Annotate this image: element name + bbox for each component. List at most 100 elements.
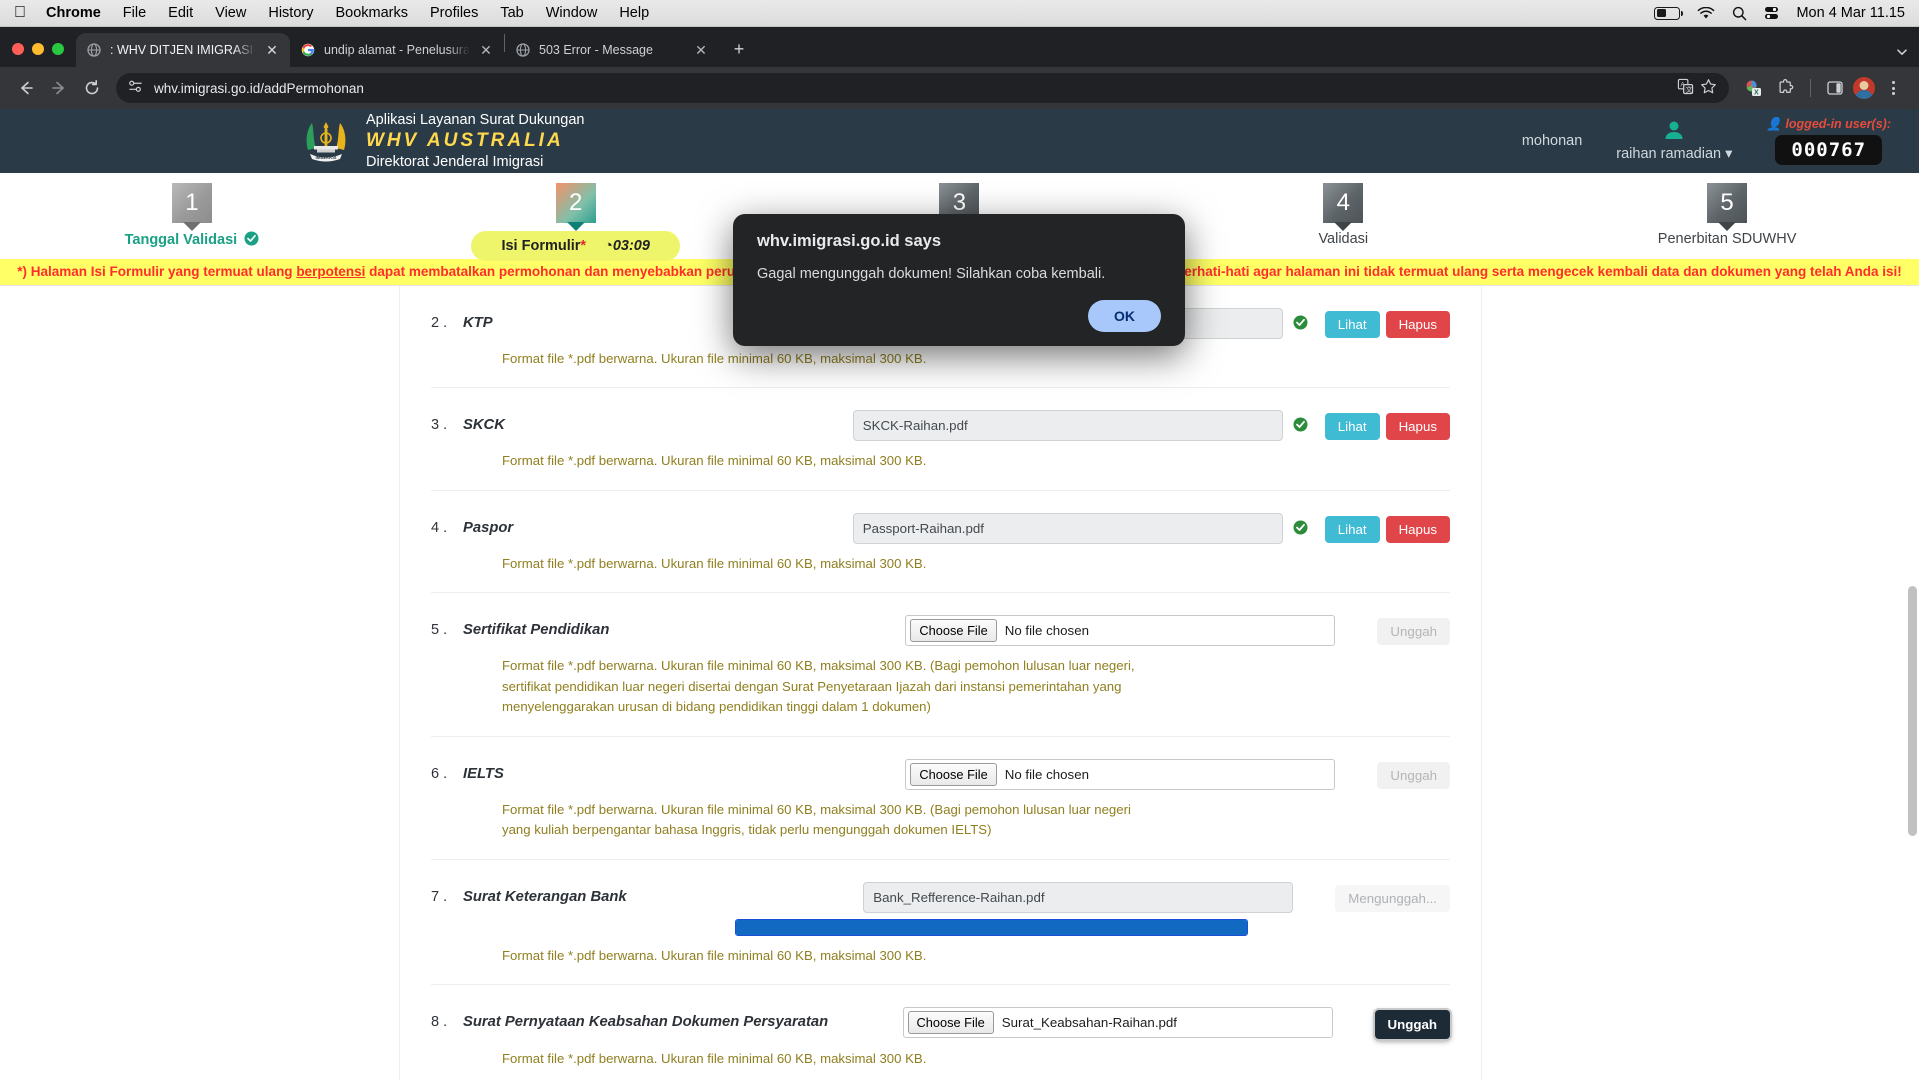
maximize-window-button[interactable]	[52, 43, 64, 55]
menubar-clock[interactable]: Mon 4 Mar 11.15	[1796, 5, 1905, 21]
step-label-1: Tanggal Validasi	[125, 231, 260, 249]
step-tanggal-validasi[interactable]: 1 Tanggal Validasi	[0, 183, 384, 249]
menubar-status-area: Mon 4 Mar 11.15	[1654, 5, 1905, 21]
control-center-icon[interactable]	[1764, 6, 1779, 20]
file-chooser[interactable]: Choose File Surat_Keabsahan-Raihan.pdf	[902, 1007, 1333, 1039]
choose-file-button[interactable]: Choose File	[907, 1011, 994, 1035]
lihat-button[interactable]: Lihat	[1324, 413, 1380, 441]
unggah-button[interactable]: Unggah	[1377, 618, 1450, 646]
lihat-button[interactable]: Lihat	[1324, 515, 1380, 543]
macos-menubar:  Chrome File Edit View History Bookmark…	[0, 0, 1919, 27]
menu-item-file[interactable]: File	[123, 5, 146, 21]
profile-avatar-icon[interactable]	[1853, 77, 1875, 99]
close-tab-icon[interactable]: ✕	[264, 42, 280, 58]
header-nav-right: mohonan raihan ramadian ▾ 👤 logged-in us…	[1522, 117, 1919, 165]
choose-file-button[interactable]: Choose File	[910, 619, 997, 643]
row-file-field[interactable]: SKCK-Raihan.pdf	[852, 410, 1283, 442]
chrome-menu-icon[interactable]	[1878, 73, 1908, 103]
battery-icon[interactable]	[1654, 6, 1684, 20]
row-file-field[interactable]: Choose File No file chosen	[905, 615, 1336, 647]
user-avatar-icon	[1663, 120, 1685, 144]
logged-in-count: 000767	[1775, 135, 1883, 165]
back-icon[interactable]	[11, 73, 41, 103]
step-label-5: Penerbitan SDUWHV	[1657, 231, 1797, 247]
menu-item-history[interactable]: History	[268, 5, 313, 21]
step-timer: ◔03:09	[604, 238, 650, 254]
row-file-field[interactable]: Choose File No file chosen	[905, 758, 1336, 790]
page-scrollbar[interactable]	[1908, 286, 1917, 1080]
brand-text: Aplikasi Layanan Surat Dukungan WHV AUST…	[366, 111, 584, 171]
scrollbar-thumb[interactable]	[1908, 586, 1917, 836]
tab-503-error[interactable]: 503 Error - Message ✕	[505, 33, 719, 67]
omnibox-actions: A文	[1677, 78, 1717, 98]
file-chooser[interactable]: Choose File No file chosen	[905, 615, 1336, 647]
search-icon[interactable]	[1732, 6, 1747, 21]
document-row: 5 . Sertifikat Pendidikan Choose File No…	[431, 593, 1450, 737]
hapus-button[interactable]: Hapus	[1385, 413, 1450, 441]
excel-extension-icon[interactable]: X	[1738, 73, 1768, 103]
hapus-button[interactable]: Hapus	[1385, 311, 1450, 338]
file-name-display: SKCK-Raihan.pdf	[852, 410, 1283, 442]
row-number: 8 .	[431, 1014, 448, 1031]
brand-block[interactable]: IMIGRASI Aplikasi Layanan Surat Dukungan…	[300, 111, 584, 171]
translate-icon[interactable]: A文	[1677, 78, 1694, 98]
close-window-button[interactable]	[12, 43, 24, 55]
menu-item-view[interactable]: View	[215, 5, 246, 21]
dialog-ok-button[interactable]: OK	[1088, 300, 1161, 332]
menu-item-window[interactable]: Window	[546, 5, 598, 21]
tab-whv-ditjen-imigrasi[interactable]: : WHV DITJEN IMIGRASI : ✕	[76, 33, 290, 67]
step-badge-1: 1	[171, 183, 212, 223]
menu-item-tab[interactable]: Tab	[500, 5, 523, 21]
minimize-window-button[interactable]	[32, 43, 44, 55]
side-panel-icon[interactable]	[1820, 73, 1850, 103]
row-title: SKCK	[463, 417, 505, 434]
dialog-actions: OK	[757, 300, 1161, 332]
new-tab-button[interactable]: +	[725, 35, 753, 63]
lihat-button[interactable]: Lihat	[1324, 311, 1380, 338]
address-bar[interactable]: whv.imigrasi.go.id/addPermohonan A文	[116, 73, 1729, 103]
chevron-down-icon: ▾	[1725, 146, 1733, 162]
user-menu[interactable]: raihan ramadian ▾	[1616, 120, 1732, 162]
unggah-button[interactable]: Unggah	[1377, 761, 1450, 789]
menu-item-bookmarks[interactable]: Bookmarks	[335, 5, 408, 21]
brand-line-2: WHV AUSTRALIA	[366, 130, 564, 152]
chevron-down-icon[interactable]	[1895, 45, 1909, 59]
tab-title: undip alamat - Penelusuran G	[324, 43, 470, 57]
step-label-2-pill: Isi Formulir* ◔03:09	[471, 231, 680, 261]
close-tab-icon[interactable]: ✕	[478, 42, 494, 58]
menu-item-chrome[interactable]: Chrome	[46, 5, 101, 21]
row-file-field[interactable]: Bank_Refference-Raihan.pdf	[863, 881, 1294, 913]
step-penerbitan-sduwhv[interactable]: 5 Penerbitan SDUWHV	[1535, 183, 1919, 247]
unggah-button[interactable]: Unggah	[1374, 1010, 1450, 1040]
row-status	[1293, 882, 1329, 889]
forward-icon[interactable]	[44, 73, 74, 103]
extension-puzzle-icon[interactable]	[1771, 73, 1801, 103]
nav-link-permohonan[interactable]: mohonan	[1522, 133, 1582, 149]
row-file-field[interactable]: Choose File Surat_Keabsahan-Raihan.pdf	[902, 1007, 1333, 1039]
page-viewport: IMIGRASI Aplikasi Layanan Surat Dukungan…	[0, 109, 1919, 1080]
tab-title: 503 Error - Message	[539, 43, 653, 57]
reload-icon[interactable]	[77, 73, 107, 103]
wifi-icon[interactable]	[1697, 6, 1715, 20]
upload-progress-wrap	[735, 918, 1248, 936]
row-number: 3 .	[431, 417, 448, 434]
step-isi-formulir[interactable]: 2 Isi Formulir* ◔03:09	[384, 183, 768, 261]
close-tab-icon[interactable]: ✕	[693, 42, 709, 58]
url-text[interactable]: whv.imigrasi.go.id/addPermohonan	[154, 81, 1666, 96]
globe-icon	[515, 42, 531, 58]
hapus-button[interactable]: Hapus	[1385, 515, 1450, 543]
tab-undip-alamat[interactable]: undip alamat - Penelusuran G ✕	[290, 33, 504, 67]
apple-logo-icon[interactable]: 	[14, 5, 26, 21]
site-settings-icon[interactable]	[128, 79, 143, 97]
choose-file-button[interactable]: Choose File	[910, 762, 997, 786]
row-file-field[interactable]: Passport-Raihan.pdf	[852, 512, 1283, 544]
menu-item-help[interactable]: Help	[619, 5, 649, 21]
step-validasi[interactable]: 4 Validasi	[1151, 183, 1535, 247]
step-badge-4: 4	[1323, 183, 1364, 223]
browser-toolbar: whv.imigrasi.go.id/addPermohonan A文 X	[0, 67, 1919, 109]
bookmark-star-icon[interactable]	[1700, 78, 1717, 98]
row-title: Surat Keterangan Bank	[463, 888, 627, 905]
menu-item-edit[interactable]: Edit	[168, 5, 193, 21]
menu-item-profiles[interactable]: Profiles	[430, 5, 478, 21]
file-chooser[interactable]: Choose File No file chosen	[905, 758, 1336, 790]
